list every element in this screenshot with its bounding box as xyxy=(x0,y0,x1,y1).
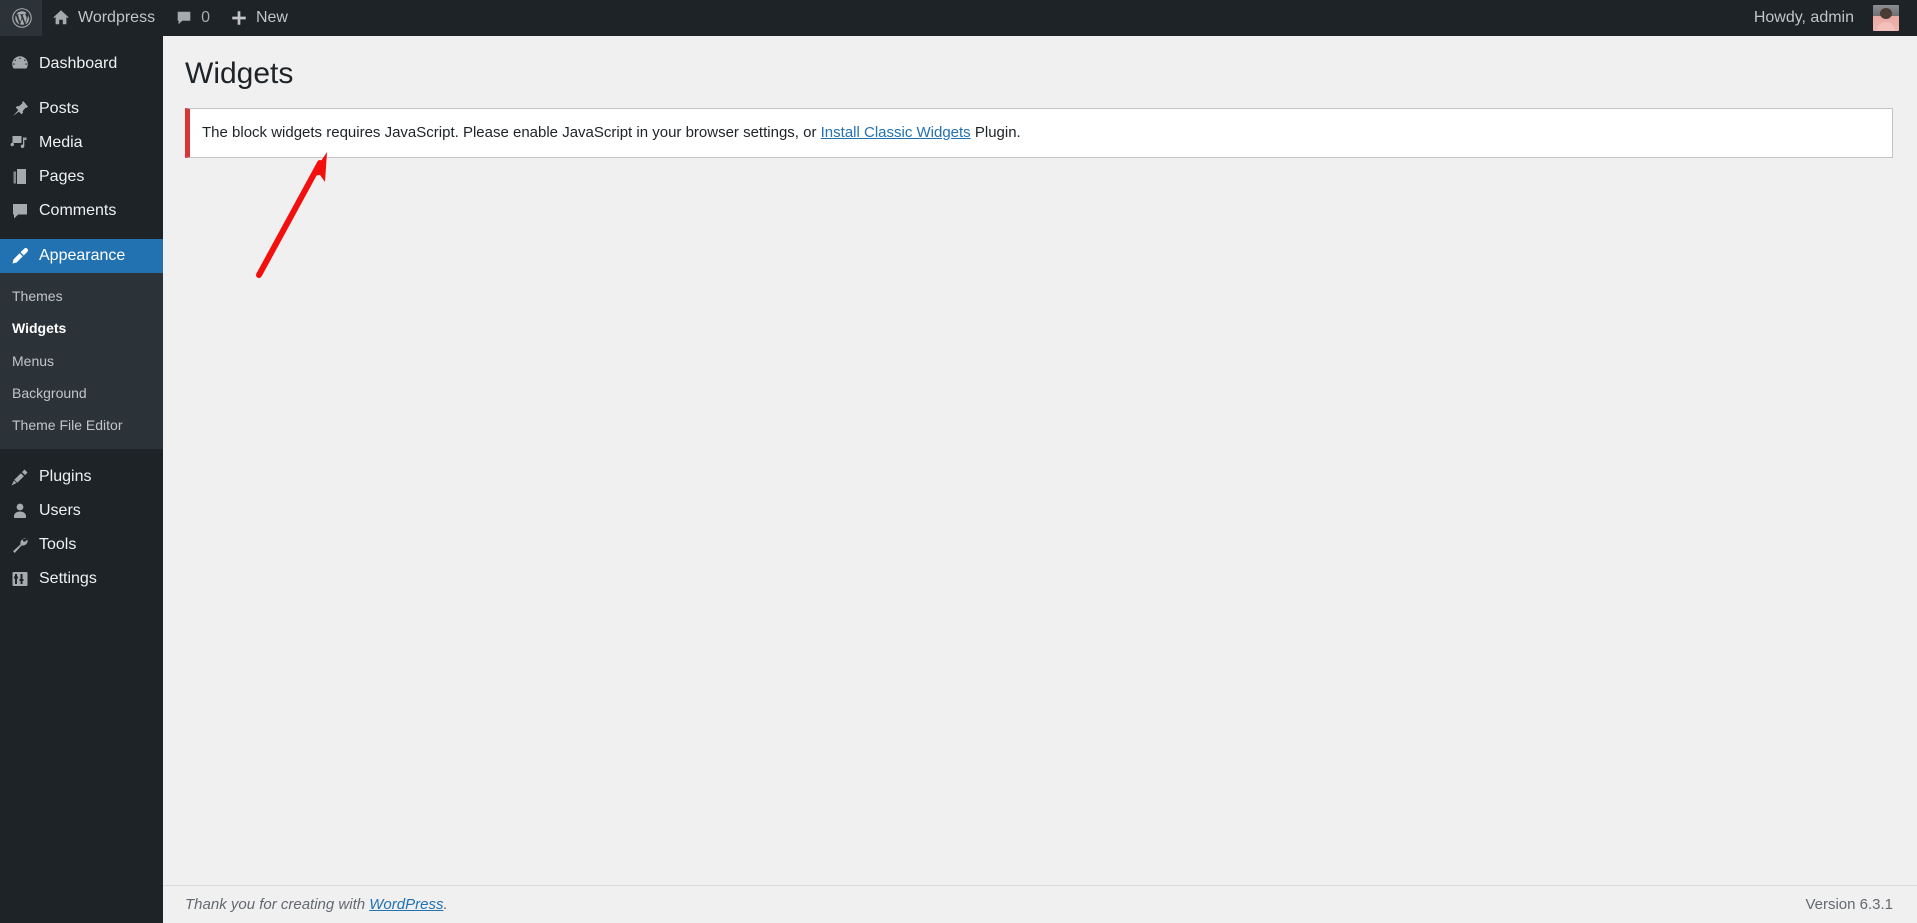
admin-bar: Wordpress 0 New Howdy, admin xyxy=(0,0,1917,36)
comments-count: 0 xyxy=(201,9,210,26)
howdy-label: Howdy, admin xyxy=(1753,9,1854,26)
media-icon xyxy=(10,133,30,153)
sidebar-item-pages[interactable]: Pages xyxy=(0,160,163,194)
sliders-icon xyxy=(10,569,30,589)
paintbrush-icon xyxy=(10,246,30,266)
user-icon xyxy=(10,501,30,521)
sidebar-item-plugins[interactable]: Plugins xyxy=(0,460,163,494)
sidebar-item-label: Users xyxy=(39,501,81,519)
sidebar-item-tools[interactable]: Tools xyxy=(0,528,163,562)
appearance-submenu: Themes Widgets Menus Background Theme Fi… xyxy=(0,273,163,450)
wordpress-logo-icon xyxy=(12,8,32,28)
sidebar-item-appearance[interactable]: Appearance xyxy=(0,239,171,273)
javascript-required-notice: The block widgets requires JavaScript. P… xyxy=(185,108,1893,158)
sidebar-item-label: Settings xyxy=(39,569,97,587)
admin-sidebar-menu: Dashboard Posts Media Pages Comments App… xyxy=(0,36,171,923)
submenu-item-menus[interactable]: Menus xyxy=(0,345,163,377)
sidebar-item-users[interactable]: Users xyxy=(0,494,163,528)
comment-bubble-icon xyxy=(175,9,193,27)
avatar xyxy=(1873,5,1899,31)
footer-thanks: Thank you for creating with WordPress. xyxy=(185,896,448,913)
menu-group-separator xyxy=(0,449,163,460)
menu-group-separator xyxy=(0,228,163,239)
sidebar-item-label: Tools xyxy=(39,535,77,553)
new-content-label: New xyxy=(255,9,288,26)
sidebar-item-comments[interactable]: Comments xyxy=(0,194,163,228)
sidebar-item-settings[interactable]: Settings xyxy=(0,562,163,596)
sidebar-item-label: Dashboard xyxy=(39,54,118,72)
menu-top-spacer xyxy=(0,36,163,47)
dashboard-icon xyxy=(10,54,30,74)
footer-thanks-after: . xyxy=(443,896,448,913)
submenu-item-theme-file-editor[interactable]: Theme File Editor xyxy=(0,409,163,441)
page-title: Widgets xyxy=(185,57,294,90)
wordpress-link[interactable]: WordPress xyxy=(369,896,443,913)
sidebar-item-posts[interactable]: Posts xyxy=(0,92,163,126)
my-account-button[interactable]: Howdy, admin xyxy=(1744,0,1917,36)
sidebar-item-label: Pages xyxy=(39,167,85,185)
sidebar-item-label: Comments xyxy=(39,201,117,219)
plug-icon xyxy=(10,467,30,487)
wrench-icon xyxy=(10,535,30,555)
home-icon xyxy=(52,9,70,27)
site-name-label: Wordpress xyxy=(78,9,156,26)
pages-icon xyxy=(10,167,30,187)
footer-thanks-before: Thank you for creating with xyxy=(185,896,370,913)
notice-text-before: The block widgets requires JavaScript. P… xyxy=(202,124,821,141)
sidebar-item-label: Posts xyxy=(39,99,80,117)
install-classic-widgets-link[interactable]: Install Classic Widgets xyxy=(821,124,971,141)
sidebar-item-media[interactable]: Media xyxy=(0,126,163,160)
comments-button[interactable]: 0 xyxy=(165,0,220,36)
pin-icon xyxy=(10,99,30,119)
plus-icon xyxy=(230,9,248,27)
menu-group-separator xyxy=(0,81,163,92)
notice-text-after: Plugin. xyxy=(970,124,1021,141)
new-content-button[interactable]: New xyxy=(220,0,298,36)
footer-version: Version 6.3.1 xyxy=(1805,896,1893,913)
sidebar-item-dashboard[interactable]: Dashboard xyxy=(0,47,163,81)
wordpress-logo-button[interactable] xyxy=(0,0,42,36)
submenu-item-themes[interactable]: Themes xyxy=(0,280,163,312)
sidebar-item-label: Appearance xyxy=(39,246,126,264)
comment-bubble-icon xyxy=(10,201,30,221)
admin-footer: Thank you for creating with WordPress. V… xyxy=(163,885,1917,923)
site-name-button[interactable]: Wordpress xyxy=(42,0,165,36)
main-content: Widgets The block widgets requires JavaS… xyxy=(163,36,1917,923)
submenu-item-widgets[interactable]: Widgets xyxy=(0,312,163,344)
sidebar-item-label: Plugins xyxy=(39,467,92,485)
submenu-item-background[interactable]: Background xyxy=(0,377,163,409)
sidebar-item-label: Media xyxy=(39,133,83,151)
